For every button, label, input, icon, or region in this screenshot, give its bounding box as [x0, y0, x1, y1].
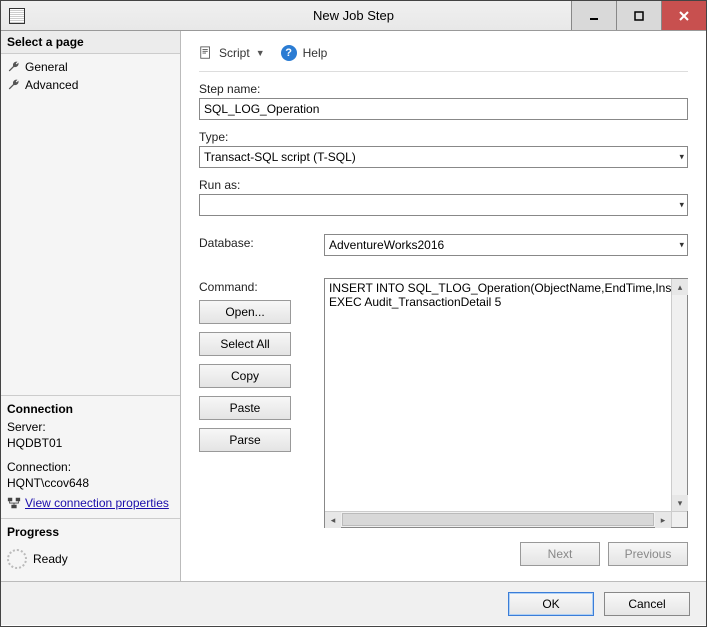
help-button[interactable]: Help: [303, 46, 328, 60]
wrench-icon: [7, 60, 21, 74]
next-button[interactable]: Next: [520, 542, 600, 566]
spinner-icon: [7, 549, 27, 569]
script-dropdown-icon[interactable]: ▼: [256, 48, 265, 58]
maximize-button[interactable]: [616, 1, 661, 30]
ok-button[interactable]: OK: [508, 592, 594, 616]
page-item-label: Advanced: [25, 78, 78, 92]
step-name-label: Step name:: [199, 82, 688, 96]
toolbar: Script ▼ ? Help: [199, 41, 688, 72]
connection-value: HQNT\ccov648: [7, 476, 174, 490]
scroll-down-icon[interactable]: ▾: [672, 495, 688, 511]
connection-section: Connection Server: HQDBT01 Connection: H…: [1, 395, 180, 518]
progress-status: Ready: [33, 552, 68, 566]
step-name-input[interactable]: [199, 98, 688, 120]
progress-section: Progress Ready: [1, 518, 180, 581]
copy-button[interactable]: Copy: [199, 364, 291, 388]
select-all-button[interactable]: Select All: [199, 332, 291, 356]
dialog-footer: OK Cancel: [1, 581, 706, 625]
script-icon: [199, 46, 213, 60]
wrench-icon: [7, 78, 21, 92]
type-select[interactable]: [199, 146, 688, 168]
content-pane: Script ▼ ? Help Step name: Type: ▾ Run a…: [181, 31, 706, 581]
help-icon: ?: [281, 45, 297, 61]
connection-heading: Connection: [7, 402, 174, 420]
horizontal-scrollbar[interactable]: ◂ ▸: [325, 511, 671, 527]
database-label: Database:: [199, 234, 314, 256]
scroll-left-icon[interactable]: ◂: [325, 512, 341, 528]
vertical-scrollbar[interactable]: ▴ ▾: [671, 279, 687, 511]
run-as-label: Run as:: [199, 178, 688, 192]
progress-heading: Progress: [7, 525, 174, 543]
scroll-corner: [671, 511, 687, 527]
scroll-up-icon[interactable]: ▴: [672, 279, 688, 295]
sidebar: Select a page General Advanced Connectio…: [1, 31, 181, 581]
scroll-right-icon[interactable]: ▸: [655, 512, 671, 528]
command-textarea[interactable]: [325, 279, 687, 527]
cancel-button[interactable]: Cancel: [604, 592, 690, 616]
view-connection-properties-link[interactable]: View connection properties: [25, 496, 169, 510]
database-select[interactable]: [324, 234, 688, 256]
server-value: HQDBT01: [7, 436, 174, 450]
close-button[interactable]: [661, 1, 706, 30]
scroll-thumb[interactable]: [342, 513, 654, 526]
previous-button[interactable]: Previous: [608, 542, 688, 566]
minimize-button[interactable]: [571, 1, 616, 30]
network-icon: [7, 496, 21, 510]
script-button[interactable]: Script: [219, 46, 250, 60]
page-item-label: General: [25, 60, 68, 74]
run-as-select[interactable]: [199, 194, 688, 216]
open-button[interactable]: Open...: [199, 300, 291, 324]
type-label: Type:: [199, 130, 688, 144]
page-item-general[interactable]: General: [7, 58, 174, 76]
connection-label: Connection:: [7, 460, 174, 474]
paste-button[interactable]: Paste: [199, 396, 291, 420]
page-item-advanced[interactable]: Advanced: [7, 76, 174, 94]
select-page-heading: Select a page: [1, 31, 180, 54]
server-label: Server:: [7, 420, 174, 434]
title-bar: New Job Step: [1, 1, 706, 31]
command-editor[interactable]: ▴ ▾ ◂ ▸: [324, 278, 688, 528]
command-label: Command:: [199, 278, 314, 294]
parse-button[interactable]: Parse: [199, 428, 291, 452]
